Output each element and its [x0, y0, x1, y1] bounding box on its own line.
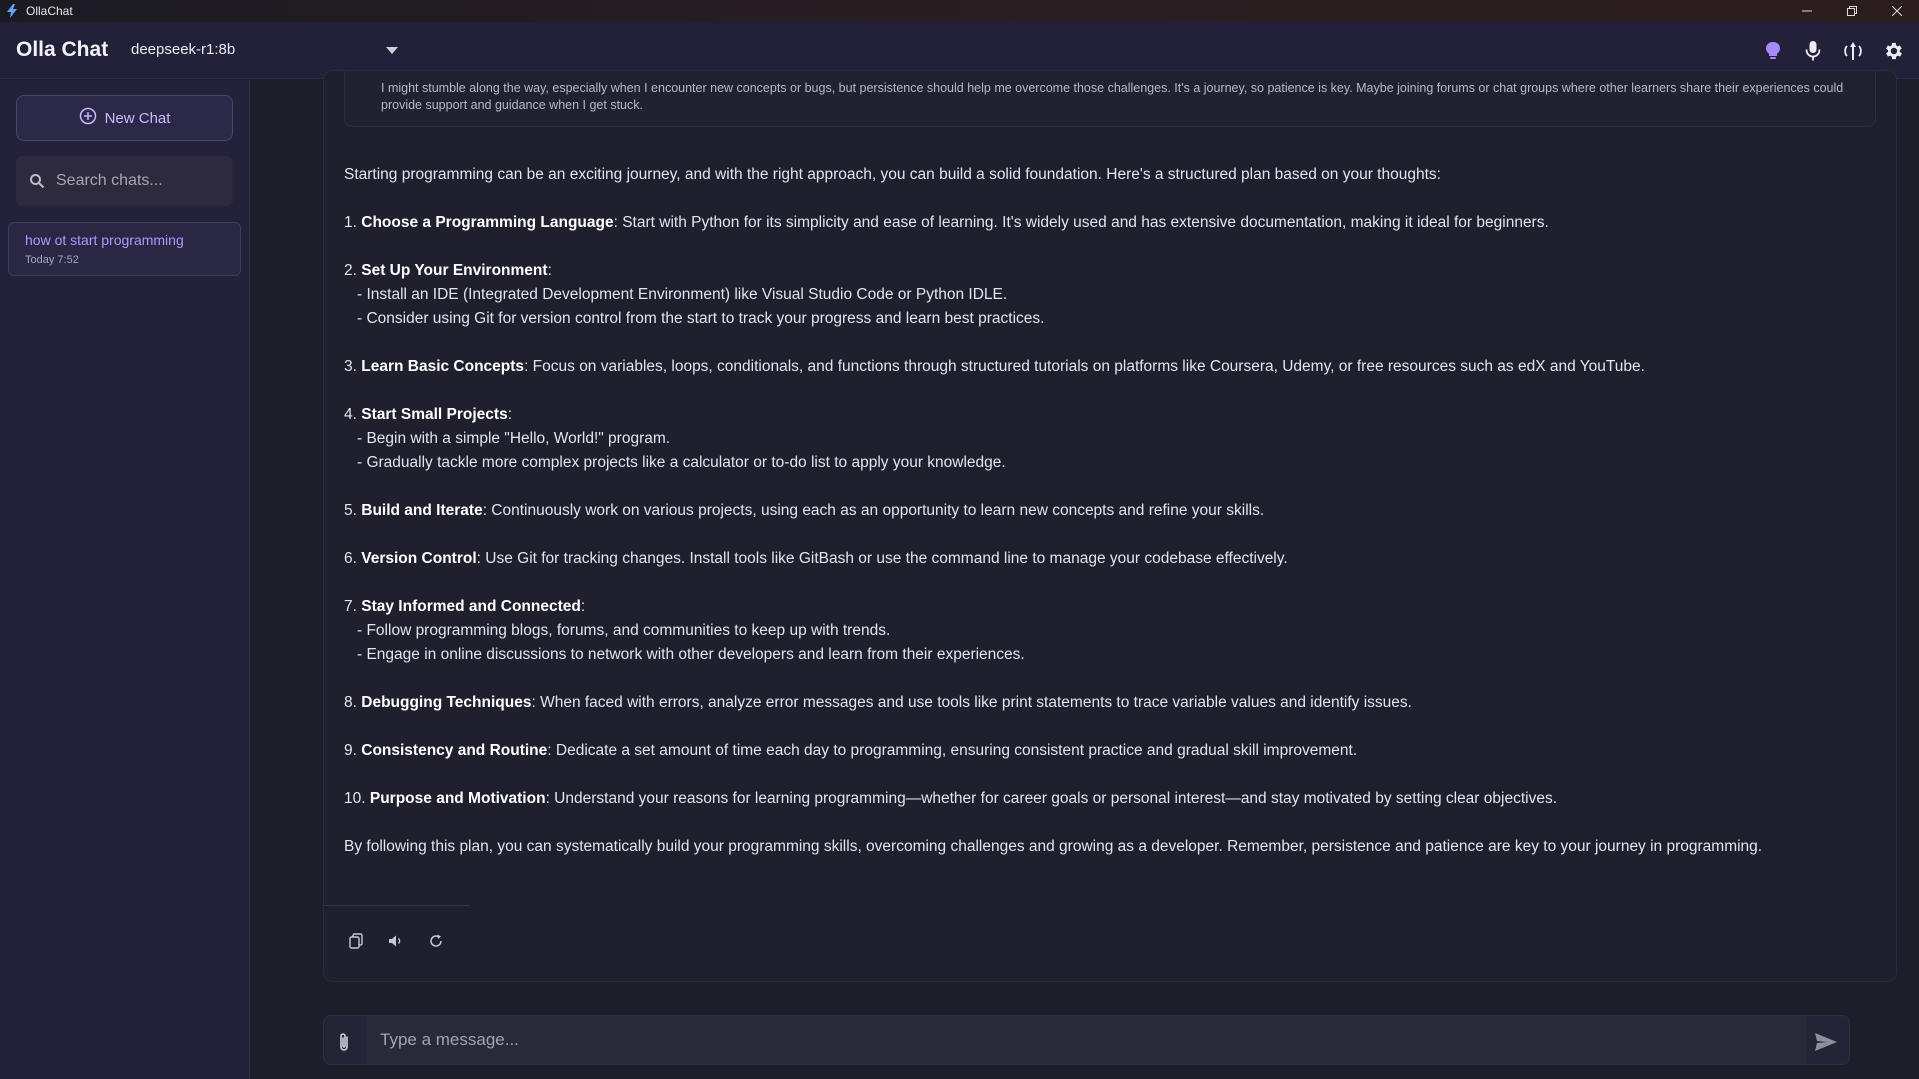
- gear-icon[interactable]: [1881, 39, 1905, 63]
- thinking-block: I might stumble along the way, especiall…: [344, 71, 1876, 127]
- new-chat-button[interactable]: New Chat: [16, 95, 233, 141]
- list-item: 7. Stay Informed and Connected:: [344, 598, 586, 615]
- list-item: 9. Consistency and Routine: Dedicate a s…: [344, 742, 1358, 759]
- list-item: 6. Version Control: Use Git for tracking…: [344, 550, 1288, 567]
- bulb-icon[interactable]: [1761, 39, 1785, 63]
- message-input[interactable]: [366, 1016, 1806, 1064]
- microphone-icon[interactable]: [1801, 39, 1825, 63]
- copy-icon[interactable]: [346, 931, 366, 951]
- chevron-down-icon[interactable]: [386, 47, 398, 54]
- list-item: 1. Choose a Programming Language: Start …: [344, 214, 1549, 231]
- send-icon[interactable]: [1813, 1030, 1839, 1054]
- search-input[interactable]: [56, 172, 226, 190]
- chat-main: I might stumble along the way, especiall…: [251, 70, 1919, 1079]
- list-item: 10. Purpose and Motivation: Understand y…: [344, 790, 1558, 807]
- list-item: 5. Build and Iterate: Continuously work …: [344, 502, 1265, 519]
- restore-icon[interactable]: [1829, 0, 1874, 22]
- divider: [324, 905, 470, 906]
- list-subitem: - Follow programming blogs, forums, and …: [357, 622, 891, 639]
- list-subitem: - Begin with a simple "Hello, World!" pr…: [357, 430, 671, 447]
- speaker-icon[interactable]: [386, 931, 406, 951]
- thinking-text: I might stumble along the way, especiall…: [381, 81, 1844, 112]
- chat-list-item[interactable]: how ot start programming Today 7:52: [8, 222, 241, 276]
- message-composer: [323, 1015, 1850, 1065]
- list-item: 2. Set Up Your Environment:: [344, 262, 552, 279]
- search-icon: [28, 172, 46, 190]
- new-chat-label: New Chat: [104, 109, 171, 127]
- voice-mode-icon[interactable]: [1841, 39, 1865, 63]
- plus-circle-icon: [79, 107, 97, 129]
- list-subitem: - Install an IDE (Integrated Development…: [357, 286, 1008, 303]
- response-intro: Starting programming can be an exciting …: [344, 166, 1441, 183]
- app-brand: Olla Chat: [16, 38, 109, 61]
- response-outro: By following this plan, you can systemat…: [344, 838, 1763, 855]
- minimize-icon[interactable]: [1784, 0, 1829, 22]
- list-item: 4. Start Small Projects:: [344, 406, 513, 423]
- close-icon[interactable]: [1874, 0, 1919, 22]
- chat-date: Today 7:52: [25, 254, 79, 266]
- chat-title: how ot start programming: [25, 232, 184, 248]
- list-item: 8. Debugging Techniques: When faced with…: [344, 694, 1412, 711]
- message-actions: [346, 931, 446, 951]
- list-subitem: - Engage in online discussions to networ…: [357, 646, 1025, 663]
- model-selector[interactable]: deepseek-r1:8b: [131, 41, 235, 58]
- paperclip-icon[interactable]: [334, 1030, 354, 1054]
- search-box[interactable]: [16, 156, 233, 206]
- assistant-message: I might stumble along the way, especiall…: [323, 70, 1897, 982]
- list-subitem: - Consider using Git for version control…: [357, 310, 1045, 327]
- regenerate-icon[interactable]: [426, 931, 446, 951]
- list-item: 3. Learn Basic Concepts: Focus on variab…: [344, 358, 1645, 375]
- sidebar: New Chat how ot start programming Today …: [0, 80, 250, 1079]
- window-title: OllaChat: [26, 4, 73, 18]
- app-logo-icon: [4, 3, 20, 19]
- app-window: OllaChat Olla Chat deepseek-r1:8b New Ch…: [0, 0, 1919, 1079]
- window-titlebar: OllaChat: [0, 0, 1919, 22]
- list-subitem: - Gradually tackle more complex projects…: [357, 454, 1006, 471]
